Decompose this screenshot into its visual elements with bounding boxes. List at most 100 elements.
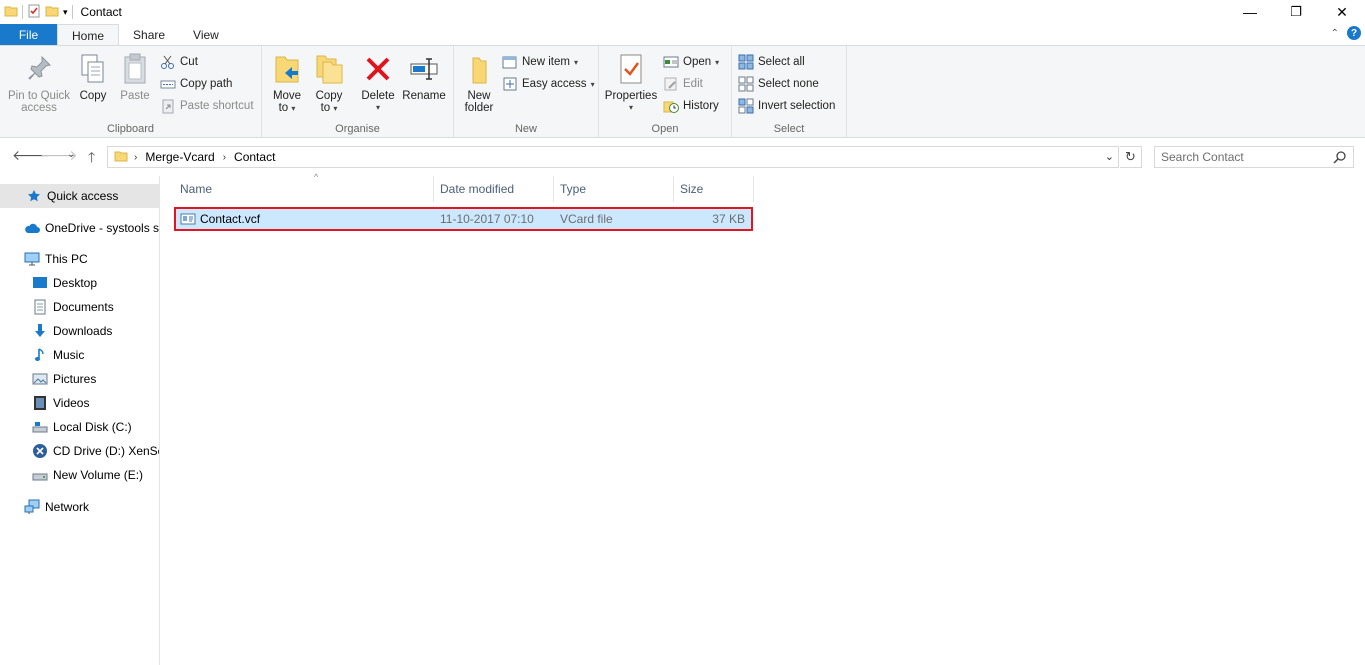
select-all-icon xyxy=(738,54,754,70)
new-item-button[interactable]: New item ▾ xyxy=(502,52,578,72)
address-bar[interactable]: › Merge-Vcard › Contact ⌄ xyxy=(107,146,1119,168)
move-to-button[interactable]: Move to ▾ xyxy=(268,52,306,115)
help-icon[interactable]: ? xyxy=(1347,26,1361,40)
refresh-button[interactable]: ↻ xyxy=(1120,146,1142,168)
tab-view[interactable]: View xyxy=(179,24,233,46)
rename-button[interactable]: Rename xyxy=(402,52,446,102)
file-date-modified: 11-10-2017 07:10 xyxy=(440,212,534,226)
up-arrow-icon[interactable]: 🡑 xyxy=(88,147,95,171)
desktop-icon xyxy=(32,275,48,291)
recent-locations-icon[interactable]: ⌄ xyxy=(67,149,75,160)
easy-access-button[interactable]: Easy access ▾ xyxy=(502,74,595,94)
new-folder-qat-icon[interactable] xyxy=(45,4,59,21)
pin-to-quick-access-button[interactable]: Pin to Quick access xyxy=(6,52,72,114)
chevron-right-icon[interactable]: › xyxy=(134,152,137,163)
title-bar: ▾ Contact — ❐ ✕ xyxy=(0,0,1365,24)
tab-file[interactable]: File xyxy=(0,24,57,46)
cloud-icon xyxy=(24,220,40,236)
select-none-button[interactable]: Select none xyxy=(738,74,819,94)
properties-qat-icon[interactable] xyxy=(27,4,41,21)
column-header-size[interactable]: Size xyxy=(674,176,754,202)
vcard-file-icon xyxy=(180,212,196,229)
table-row[interactable]: Contact.vcf 11-10-2017 07:10 VCard file … xyxy=(174,207,753,231)
nav-item-music[interactable]: Music xyxy=(0,343,159,367)
nav-item-network[interactable]: Network xyxy=(0,495,159,519)
pictures-icon xyxy=(32,371,48,387)
nav-item-onedrive[interactable]: OneDrive - systools software xyxy=(0,216,159,240)
copy-path-button[interactable]: Copy path xyxy=(160,74,232,94)
column-header-type[interactable]: Type xyxy=(554,176,674,202)
rename-icon xyxy=(408,52,440,86)
paste-shortcut-button[interactable]: Paste shortcut xyxy=(160,96,254,116)
new-item-icon xyxy=(502,54,518,70)
address-dropdown-icon[interactable]: ⌄ xyxy=(1105,150,1114,163)
computer-icon xyxy=(24,251,40,267)
invert-selection-button[interactable]: Invert selection xyxy=(738,96,835,116)
delete-button[interactable]: Delete ▾ xyxy=(360,52,396,114)
tab-share[interactable]: Share xyxy=(119,24,179,46)
history-button[interactable]: History xyxy=(663,96,719,116)
tab-home[interactable]: Home xyxy=(57,24,120,46)
chevron-right-icon[interactable]: › xyxy=(223,152,226,163)
paste-button[interactable]: Paste xyxy=(118,52,152,102)
copy-to-icon xyxy=(313,52,345,86)
navigation-pane: Quick access OneDrive - systools softwar… xyxy=(0,176,160,665)
new-folder-button[interactable]: New folder xyxy=(460,52,498,114)
quick-access-toolbar: ▾ xyxy=(0,0,73,24)
videos-icon xyxy=(32,395,48,411)
cut-button[interactable]: Cut xyxy=(160,52,198,72)
nav-item-cd-drive-d[interactable]: CD Drive (D:) XenServer xyxy=(0,439,159,463)
invert-selection-icon xyxy=(738,98,754,114)
open-group-label: Open xyxy=(651,123,679,135)
open-icon xyxy=(663,54,679,70)
properties-icon xyxy=(615,52,647,86)
properties-button[interactable]: Properties ▾ xyxy=(603,52,659,114)
qat-separator xyxy=(22,5,23,19)
ribbon-tabs: File Home Share View ⌃ ? xyxy=(0,24,1365,46)
edit-button[interactable]: Edit xyxy=(663,74,703,94)
select-none-icon xyxy=(738,76,754,92)
restore-button[interactable]: ❐ xyxy=(1273,0,1319,24)
nav-item-local-disk-c[interactable]: Local Disk (C:) xyxy=(0,415,159,439)
new-group-label: New xyxy=(514,123,537,135)
breadcrumb-contact[interactable]: Contact xyxy=(234,150,275,164)
column-header-date-modified[interactable]: Date modified xyxy=(434,176,554,202)
nav-item-videos[interactable]: Videos xyxy=(0,391,159,415)
nav-item-documents[interactable]: Documents xyxy=(0,295,159,319)
star-icon xyxy=(26,188,42,204)
network-icon xyxy=(24,499,40,515)
sort-ascending-icon: ^ xyxy=(314,172,319,182)
copy-to-button[interactable]: Copy to ▾ xyxy=(310,52,348,115)
music-icon xyxy=(32,347,48,363)
paste-shortcut-icon xyxy=(160,98,176,114)
volume-icon xyxy=(32,467,48,483)
documents-icon xyxy=(32,299,48,315)
select-all-button[interactable]: Select all xyxy=(738,52,805,72)
search-icon[interactable] xyxy=(1333,150,1347,167)
cd-drive-icon xyxy=(32,443,48,459)
nav-item-downloads[interactable]: Downloads xyxy=(0,319,159,343)
nav-item-new-volume-e[interactable]: New Volume (E:) xyxy=(0,463,159,487)
breadcrumb-merge-vcard[interactable]: Merge-Vcard xyxy=(145,150,214,164)
search-input[interactable] xyxy=(1161,150,1321,164)
nav-item-desktop[interactable]: Desktop xyxy=(0,271,159,295)
column-header-name[interactable]: ^ Name xyxy=(174,172,434,202)
move-to-icon xyxy=(271,52,303,86)
nav-item-pictures[interactable]: Pictures xyxy=(0,367,159,391)
organise-group-label: Organise xyxy=(335,123,380,135)
collapse-ribbon-icon[interactable]: ⌃ xyxy=(1331,28,1339,39)
minimize-button[interactable]: — xyxy=(1227,0,1273,24)
select-group-label: Select xyxy=(773,123,805,135)
nav-item-this-pc[interactable]: This PC xyxy=(0,247,159,271)
file-list: ^ Name Date modified Type Size Contact.v… xyxy=(160,172,1365,665)
disk-icon xyxy=(32,419,48,435)
search-box[interactable] xyxy=(1154,146,1354,168)
customize-qat-icon[interactable]: ▾ xyxy=(63,7,68,18)
downloads-icon xyxy=(32,323,48,339)
new-group: New folder New item ▾ Easy access ▾ New xyxy=(454,46,599,138)
folder-icon xyxy=(4,4,18,21)
close-button[interactable]: ✕ xyxy=(1319,0,1365,24)
nav-item-quick-access[interactable]: Quick access xyxy=(0,184,159,208)
open-button[interactable]: Open ▾ xyxy=(663,52,719,72)
copy-button[interactable]: Copy xyxy=(76,52,110,102)
